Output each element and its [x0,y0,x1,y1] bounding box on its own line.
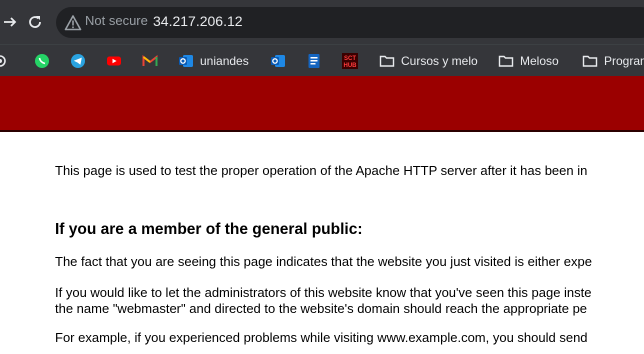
bookmark-folder-cursos[interactable]: Cursos y melo [379,51,478,71]
para-admin-line1: If you would like to let the administrat… [55,285,592,300]
bookmark-outlook[interactable] [270,51,286,71]
hub-text: HUB [344,63,358,69]
bookmark-apps[interactable] [0,51,8,71]
browser-chrome: Not secure 34.217.206.12 uniandes SCT HU… [0,0,644,76]
whatsapp-icon [34,53,50,69]
url-text[interactable]: 34.217.206.12 [153,13,243,29]
bookmark-label: Cursos y melo [401,54,478,68]
gmail-icon [142,53,158,69]
warning-icon[interactable] [64,14,82,32]
intro-text: This page is used to test the proper ope… [55,163,588,178]
folder-icon [582,53,598,69]
bookmark-label: Meloso [520,54,559,68]
sct-text: SCT [344,56,356,62]
outlook-icon [270,53,286,69]
page-banner [0,76,644,132]
folder-icon [498,53,514,69]
reload-icon[interactable] [21,8,49,36]
bookmarks-bar: uniandes SCT HUB Cursos y melo Meloso Pr… [0,44,644,76]
apps-icon [0,53,8,69]
bookmark-document[interactable] [306,51,322,71]
folder-icon [379,53,395,69]
bookmark-uniandes[interactable]: uniandes [178,51,249,71]
bookmark-telegram[interactable] [70,51,86,71]
para-admin-line2: the name "webmaster" and directed to the… [55,301,588,316]
bookmark-sct-hub[interactable]: SCT HUB [342,51,358,71]
sct-hub-icon: SCT HUB [342,53,358,69]
document-icon [306,53,322,69]
para-example: For example, if you experienced problems… [55,330,588,345]
bookmark-gmail[interactable] [142,51,158,71]
outlook-icon [178,53,194,69]
bookmark-folder-program[interactable]: Program [582,51,644,71]
bookmark-label: uniandes [200,54,249,68]
bookmark-whatsapp[interactable] [34,51,50,71]
address-row: Not secure 34.217.206.12 [0,0,644,44]
para-fact: The fact that you are seeing this page i… [55,254,592,269]
heading-public: If you are a member of the general publi… [55,221,363,238]
bookmark-folder-meloso[interactable]: Meloso [498,51,559,71]
address-bar[interactable]: Not secure 34.217.206.12 [56,7,644,38]
bookmark-label: Program [604,54,644,68]
bookmark-youtube[interactable] [106,51,122,71]
telegram-icon [70,53,86,69]
youtube-icon [106,53,122,69]
not-secure-label[interactable]: Not secure [85,13,148,28]
